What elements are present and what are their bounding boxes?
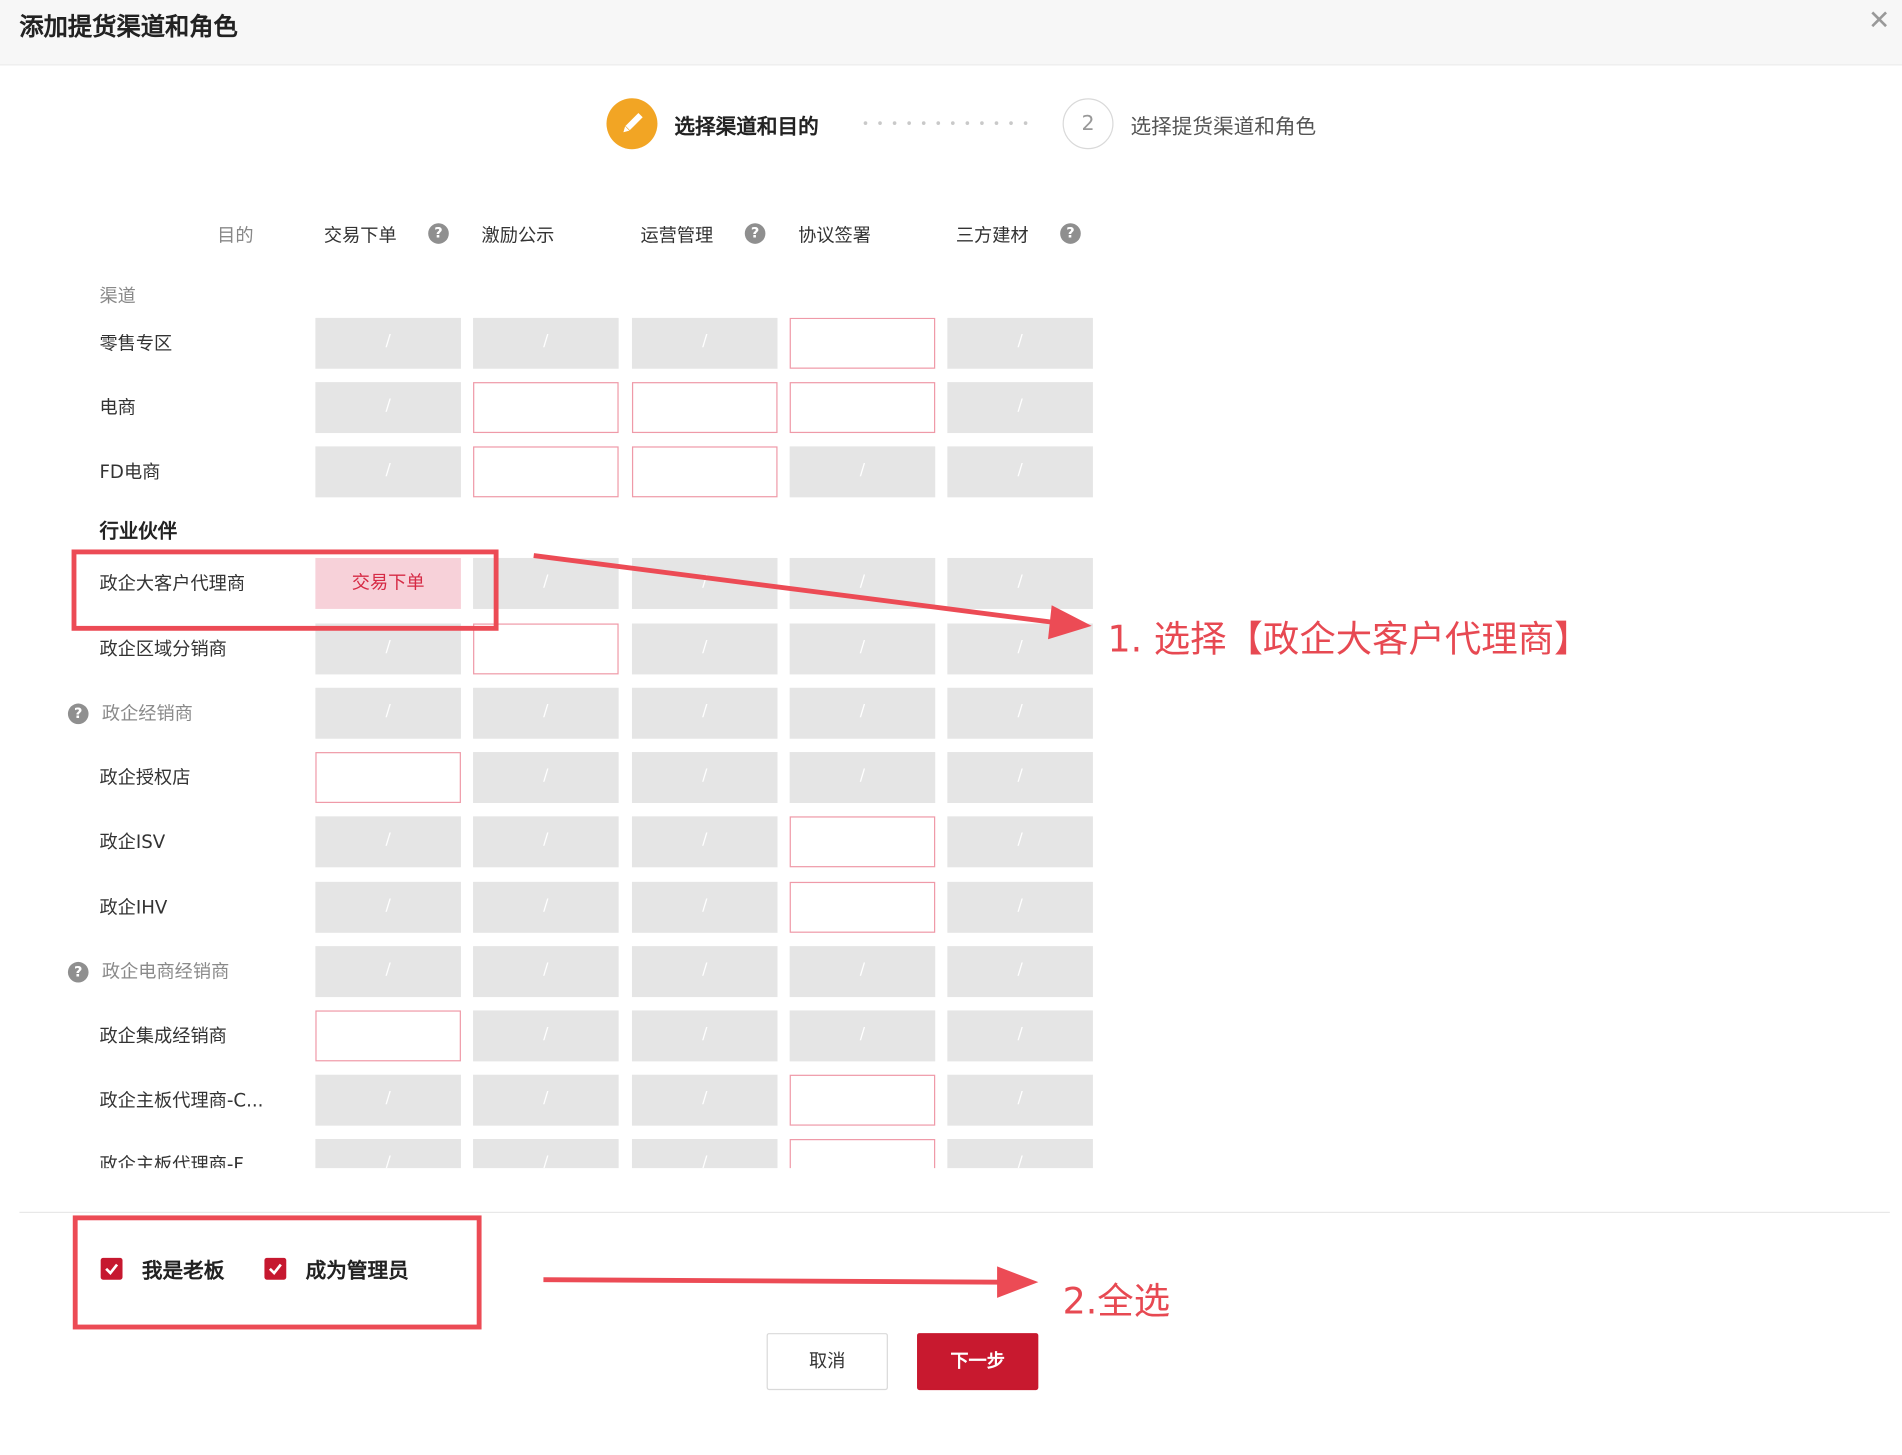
dialog: 添加提货渠道和角色 ✕ 选择渠道和目的 2 选择提货渠道和角色 目的 交易下单? 激… bbox=[0, 0, 1902, 1439]
annotation-arrows bbox=[533, 553, 1092, 1298]
annotation-arrow-2-head bbox=[997, 1266, 1039, 1298]
annotation-text-1: 1. 选择【政企大客户代理商】 bbox=[1107, 618, 1591, 662]
annotation-arrow-1-line bbox=[533, 553, 1054, 625]
annotation-arrow-1-head bbox=[1048, 605, 1092, 640]
annotation-arrow-2-line bbox=[543, 1277, 1002, 1285]
annotation-text-2: 2.全选 bbox=[1062, 1280, 1171, 1324]
